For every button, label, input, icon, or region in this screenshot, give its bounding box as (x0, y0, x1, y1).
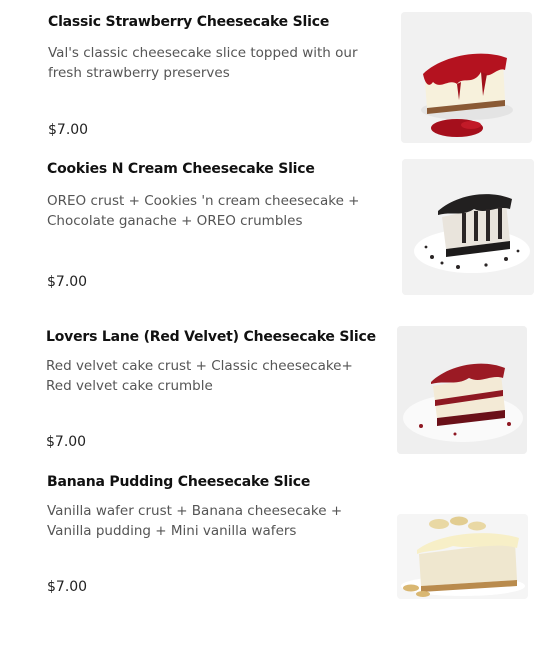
item-price: $7.00 (47, 274, 88, 290)
menu-item-lovers-lane-red-velvet[interactable]: Lovers Lane (Red Velvet) Cheesecake Slic… (0, 315, 559, 470)
red-velvet-cheesecake-photo[interactable] (397, 326, 527, 454)
item-title[interactable]: Banana Pudding Cheesecake Slice (47, 474, 310, 490)
item-title[interactable]: Classic Strawberry Cheesecake Slice (48, 14, 329, 30)
banana-pudding-cheesecake-image (397, 514, 528, 599)
cookies-n-cream-cheesecake-image (402, 159, 534, 295)
item-price: $7.00 (46, 434, 87, 450)
strawberry-cheesecake-image (401, 12, 532, 143)
cookies-n-cream-cheesecake-photo[interactable] (402, 159, 534, 295)
item-title[interactable]: Lovers Lane (Red Velvet) Cheesecake Slic… (46, 329, 376, 345)
menu-item-cookies-n-cream[interactable]: Cookies N Cream Cheesecake Slice OREO cr… (0, 150, 559, 315)
item-description: Vanilla wafer crust + Banana cheesecake … (47, 503, 343, 539)
banana-pudding-cheesecake-photo[interactable] (397, 514, 528, 599)
menu-item-banana-pudding[interactable]: Banana Pudding Cheesecake Slice Vanilla … (0, 470, 559, 646)
red-velvet-cheesecake-image (397, 326, 527, 454)
item-description: Red velvet cake crust + Classic cheeseca… (46, 358, 353, 394)
item-price: $7.00 (48, 122, 89, 138)
item-description: Val's classic cheesecake slice topped wi… (48, 45, 358, 81)
item-title[interactable]: Cookies N Cream Cheesecake Slice (47, 161, 315, 177)
menu-item-classic-strawberry[interactable]: Classic Strawberry Cheesecake Slice Val'… (0, 0, 559, 150)
item-description: OREO crust + Cookies 'n cream cheesecake… (47, 193, 360, 229)
item-price: $7.00 (47, 579, 88, 595)
strawberry-cheesecake-photo[interactable] (401, 12, 532, 143)
